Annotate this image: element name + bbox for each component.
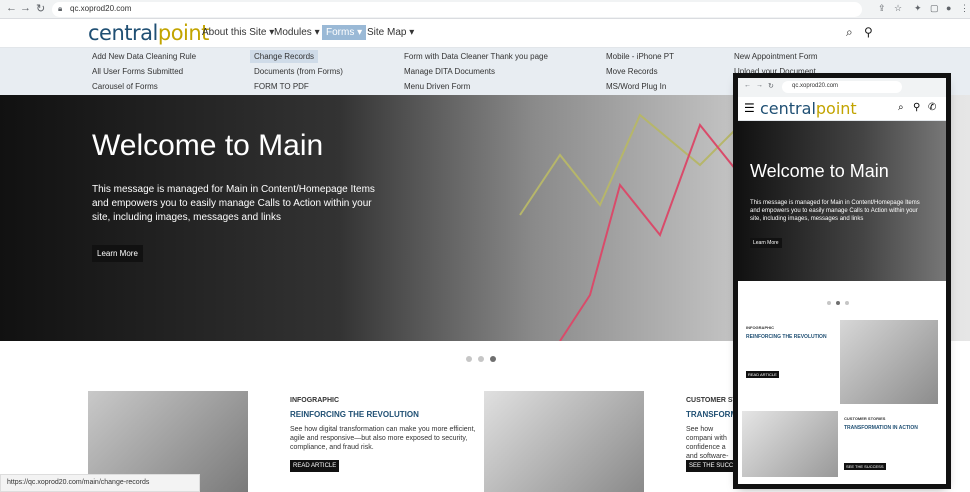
sidepanel-icon[interactable]: ▢: [930, 3, 939, 14]
phone-hero: Welcome to Main This message is managed …: [738, 121, 946, 281]
dd-item[interactable]: Move Records: [606, 67, 658, 76]
phone-card-title: REINFORCING THE REVOLUTION: [746, 334, 827, 340]
phone-back-icon[interactable]: ←: [744, 82, 751, 89]
address-bar[interactable]: 🔒︎ qc.xoprod20.com: [52, 2, 862, 17]
phone-learn-more-button[interactable]: Learn More: [750, 238, 782, 248]
dd-item[interactable]: FORM TO PDF: [254, 82, 309, 91]
dd-item[interactable]: Manage DITA Documents: [404, 67, 495, 76]
logo-part1: central: [88, 21, 158, 45]
phone-browser-chrome: ← → ↻ qc.xoprod20.com: [738, 78, 946, 97]
hamburger-icon[interactable]: ☰: [744, 101, 755, 115]
dd-item[interactable]: Menu Driven Form: [404, 82, 470, 91]
phone-reload-icon[interactable]: ↻: [768, 82, 774, 90]
phone-card-tag: INFOGRAPHIC: [746, 325, 774, 330]
phone-forward-icon[interactable]: →: [756, 82, 763, 89]
phone-hero-title: Welcome to Main: [750, 161, 889, 181]
carousel-dot[interactable]: [466, 356, 472, 362]
menu-modules[interactable]: Modules ▾: [274, 27, 320, 38]
dd-item[interactable]: Add New Data Cleaning Rule: [92, 52, 196, 61]
address-text: qc.xoprod20.com: [70, 4, 132, 13]
search-icon[interactable]: ⌕: [846, 25, 853, 40]
menu-forms[interactable]: Forms ▾: [322, 25, 367, 40]
phone-logo-part1: central: [760, 99, 816, 118]
phone-user-icon[interactable]: ⚲: [913, 102, 920, 113]
mobile-preview: ← → ↻ qc.xoprod20.com ☰ centralpoint ⌕ ⚲…: [738, 78, 946, 484]
read-article-button[interactable]: READ ARTICLE: [290, 460, 340, 472]
dd-item[interactable]: MS/Word Plug In: [606, 82, 666, 91]
star-icon[interactable]: ☆: [894, 3, 902, 14]
phone-site-header: ☰ centralpoint ⌕ ⚲ ✆: [738, 97, 946, 121]
phone-card-tag: CUSTOMER STORIES: [844, 416, 886, 421]
hero-title: Welcome to Main: [92, 129, 324, 162]
profile-icon[interactable]: ●: [946, 3, 951, 13]
phone-carousel-dots: [827, 292, 854, 310]
menu-dots-icon[interactable]: ⋮: [960, 3, 969, 14]
lock-icon: 🔒︎: [58, 4, 63, 13]
forward-icon[interactable]: →: [20, 2, 31, 14]
carousel-dots: [466, 349, 502, 367]
site-header: centralpoint About this Site ▾ Modules ▾…: [0, 19, 970, 48]
carousel-dot-active[interactable]: [490, 356, 496, 362]
phone-card-image-people: [742, 411, 838, 477]
hero-text: This message is managed for Main in Cont…: [92, 184, 375, 223]
dd-item[interactable]: Documents (from Forms): [254, 67, 343, 76]
dd-item-selected[interactable]: Change Records: [250, 50, 319, 63]
phone-carousel-dot-active[interactable]: [836, 301, 840, 305]
card-title: REINFORCING THE REVOLUTION: [290, 410, 419, 419]
phone-read-article-button[interactable]: READ ARTICLE: [746, 371, 779, 378]
card-text: See how digital transformation can make …: [290, 426, 476, 451]
status-bar-url: https://qc.xoprod20.com/main/change-reco…: [0, 474, 200, 492]
dd-item[interactable]: New Appointment Form: [734, 52, 818, 61]
phone-carousel-dot[interactable]: [845, 301, 849, 305]
menu-about[interactable]: About this Site ▾: [202, 27, 274, 38]
user-icon[interactable]: ⚲: [864, 25, 873, 39]
phone-carousel-dot[interactable]: [827, 301, 831, 305]
phone-logo-part2: point: [815, 99, 857, 118]
card-image-people: [484, 391, 644, 492]
carousel-dot[interactable]: [478, 356, 484, 362]
phone-see-success-button[interactable]: SEE THE SUCCESS: [844, 463, 886, 470]
phone-card-image-phone: [840, 320, 938, 404]
back-icon[interactable]: ←: [6, 2, 17, 14]
phone-address-bar[interactable]: qc.xoprod20.com: [782, 81, 902, 93]
dd-item[interactable]: Upload your Document: [734, 67, 816, 76]
menu-sitemap[interactable]: Site Map ▾: [367, 27, 414, 38]
reload-icon[interactable]: ↻: [36, 2, 45, 15]
phone-card-title: TRANSFORMATION IN ACTION: [844, 425, 918, 431]
phone-logo[interactable]: centralpoint: [760, 99, 857, 118]
card-tag: INFOGRAPHIC: [290, 397, 339, 404]
dd-item[interactable]: Form with Data Cleaner Thank you page: [404, 52, 548, 61]
share-icon[interactable]: ⇪: [878, 3, 886, 14]
site-logo[interactable]: centralpoint: [88, 21, 209, 45]
phone-search-icon[interactable]: ⌕: [898, 102, 904, 113]
phone-hero-text: This message is managed for Main in Cont…: [750, 200, 920, 222]
phone-call-icon[interactable]: ✆: [928, 102, 936, 113]
dd-item[interactable]: Mobile - iPhone PT: [606, 52, 674, 61]
dd-item[interactable]: Carousel of Forms: [92, 82, 158, 91]
extensions-icon[interactable]: ✦: [914, 3, 922, 14]
browser-chrome: ← → ↻ 🔒︎ qc.xoprod20.com ⇪ ☆ ✦ ▢ ● ⋮: [0, 0, 970, 19]
learn-more-button[interactable]: Learn More: [92, 245, 143, 262]
dd-item[interactable]: All User Forms Submitted: [92, 67, 183, 76]
